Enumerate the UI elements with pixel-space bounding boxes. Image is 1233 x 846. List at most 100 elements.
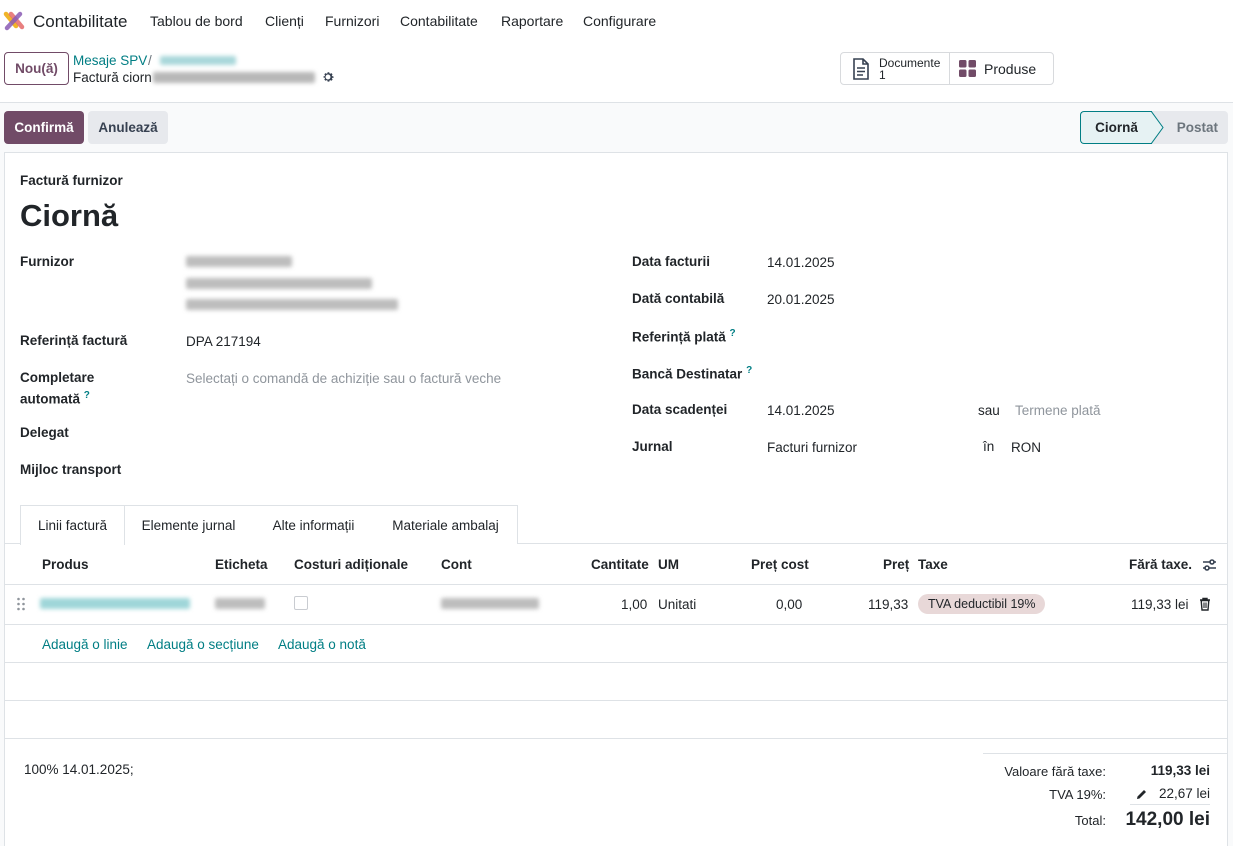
col-account[interactable]: Cont	[441, 557, 472, 572]
autocomplete-label-line2: automată	[20, 391, 81, 407]
column-settings-icon[interactable]	[1202, 558, 1217, 572]
row-product-redacted[interactable]	[40, 598, 190, 609]
row-divider	[4, 700, 1228, 701]
products-smart-button[interactable]: Produse	[949, 52, 1054, 85]
bank-label: Bancă Destinatar ?	[632, 365, 752, 382]
autocomplete-label-2: automată ?	[20, 390, 90, 407]
col-taxes[interactable]: Taxe	[918, 557, 948, 572]
document-type: Factură furnizor	[20, 173, 123, 188]
tax-badge[interactable]: TVA deductibil 19%	[918, 594, 1046, 614]
due-date-field[interactable]: 14.01.2025	[767, 403, 835, 418]
autocomplete-label: Completare	[20, 370, 94, 385]
col-price[interactable]: Preț	[883, 557, 909, 572]
menu-accounting[interactable]: Contabilitate	[400, 13, 478, 29]
row-quantity[interactable]: 1,00	[621, 597, 647, 612]
delegate-label: Delegat	[20, 425, 69, 440]
status-draft-label: Ciornă	[1095, 120, 1138, 135]
row-subtotal: 119,33 lei	[1131, 597, 1189, 612]
row-cost-price[interactable]: 0,00	[776, 597, 802, 612]
tab-invoice-lines[interactable]: Linii factură	[20, 505, 125, 545]
breadcrumb-current: Factură ciorn	[73, 70, 152, 85]
col-quantity[interactable]: Cantitate	[591, 557, 649, 572]
col-extra-costs[interactable]: Costuri adiționale	[294, 557, 408, 572]
status-posted-label: Postat	[1176, 120, 1218, 135]
status-bar: Ciornă Postat	[1080, 111, 1228, 144]
breadcrumb-redacted[interactable]	[160, 56, 236, 65]
col-uom[interactable]: UM	[658, 557, 679, 572]
payment-terms-note: 100% 14.01.2025;	[24, 762, 134, 777]
grid-icon	[959, 60, 976, 77]
status-draft[interactable]: Ciornă	[1080, 111, 1164, 144]
drag-handle-icon[interactable]	[16, 597, 26, 611]
document-icon	[853, 57, 869, 80]
menu-reporting[interactable]: Raportare	[501, 13, 563, 29]
row-label-redacted[interactable]	[215, 598, 265, 609]
tab-other-info[interactable]: Alte informații	[253, 505, 375, 544]
help-icon[interactable]: ?	[746, 365, 752, 376]
confirm-button[interactable]: Confirmă	[4, 111, 84, 144]
invoice-date-field[interactable]: 14.01.2025	[767, 255, 835, 270]
help-icon[interactable]: ?	[730, 328, 736, 339]
total-divider	[1130, 804, 1210, 805]
tab-journal-items[interactable]: Elemente jurnal	[124, 505, 254, 544]
tax-value: 22,67 lei	[1158, 786, 1210, 801]
accounting-date-label: Dată contabilă	[632, 291, 725, 306]
row-account-redacted[interactable]	[441, 598, 539, 609]
trash-icon[interactable]	[1199, 597, 1211, 611]
row-price[interactable]: 119,33	[868, 597, 908, 612]
autocomplete-label-line1: Completare	[20, 370, 95, 385]
bank-label-text: Bancă Destinatar	[632, 366, 743, 382]
row-uom[interactable]: Unitati	[658, 597, 696, 612]
add-line-link[interactable]: Adaugă o linie	[42, 637, 128, 652]
new-button[interactable]: Nou(ă)	[4, 52, 69, 85]
menu-vendors[interactable]: Furnizori	[325, 13, 379, 29]
menu-configuration[interactable]: Configurare	[583, 13, 656, 29]
documents-count: 1	[879, 67, 886, 82]
vendor-name-redacted[interactable]	[186, 256, 292, 267]
breadcrumb-parent[interactable]: Mesaje SPV	[73, 53, 147, 68]
gear-icon[interactable]	[321, 70, 335, 84]
currency-field[interactable]: RON	[1011, 440, 1041, 455]
header-divider	[4, 584, 1228, 585]
row-divider	[4, 738, 1228, 739]
untaxed-label: Valoare fără taxe:	[1004, 764, 1106, 779]
journal-label: Jurnal	[632, 439, 673, 454]
col-product[interactable]: Produs	[42, 557, 89, 572]
or-label: sau	[978, 403, 1000, 418]
col-subtotal[interactable]: Fără taxe.	[1129, 557, 1192, 572]
autocomplete-input[interactable]: Selectați o comandă de achiziție sau o f…	[186, 371, 501, 386]
tab-packaging[interactable]: Materiale ambalaj	[374, 505, 518, 544]
vendor-city-redacted	[186, 299, 398, 310]
page-title: Ciornă	[20, 198, 119, 233]
untaxed-value: 119,33 lei	[1150, 763, 1210, 778]
breadcrumb-current-redacted	[153, 72, 315, 83]
col-cost-price[interactable]: Preț cost	[751, 557, 809, 572]
add-section-link[interactable]: Adaugă o secțiune	[147, 637, 259, 652]
due-date-label: Data scadenței	[632, 402, 728, 417]
invoice-ref-label: Referință factură	[20, 333, 128, 348]
accounting-date-field[interactable]: 20.01.2025	[767, 292, 835, 307]
cancel-button[interactable]: Anulează	[88, 111, 168, 144]
accounting-app-icon[interactable]	[3, 10, 25, 32]
journal-field[interactable]: Facturi furnizor	[767, 440, 857, 455]
in-label: în	[983, 439, 995, 454]
add-note-link[interactable]: Adaugă o notă	[278, 637, 366, 652]
row-divider	[4, 624, 1228, 625]
breadcrumb-separator: /	[148, 53, 152, 68]
payment-terms-input[interactable]: Termene plată	[1015, 403, 1101, 418]
documents-smart-button[interactable]: Documente 1	[840, 52, 950, 85]
payment-ref-label: Referință plată ?	[632, 328, 736, 345]
transport-label: Mijloc transport	[20, 462, 122, 477]
extra-costs-checkbox[interactable]	[294, 596, 308, 610]
help-icon[interactable]: ?	[84, 390, 90, 401]
col-label[interactable]: Eticheta	[215, 557, 268, 572]
menu-dashboard[interactable]: Tablou de bord	[150, 13, 243, 29]
tax-label: TVA 19%:	[1049, 787, 1106, 802]
status-arrow-icon	[1151, 111, 1164, 144]
app-name[interactable]: Contabilitate	[33, 12, 128, 32]
vendor-label: Furnizor	[20, 254, 74, 269]
invoice-ref-field[interactable]: DPA 217194	[186, 334, 261, 349]
row-divider	[4, 662, 1228, 663]
total-value: 142,00 lei	[1125, 809, 1210, 830]
menu-customers[interactable]: Clienți	[265, 13, 304, 29]
